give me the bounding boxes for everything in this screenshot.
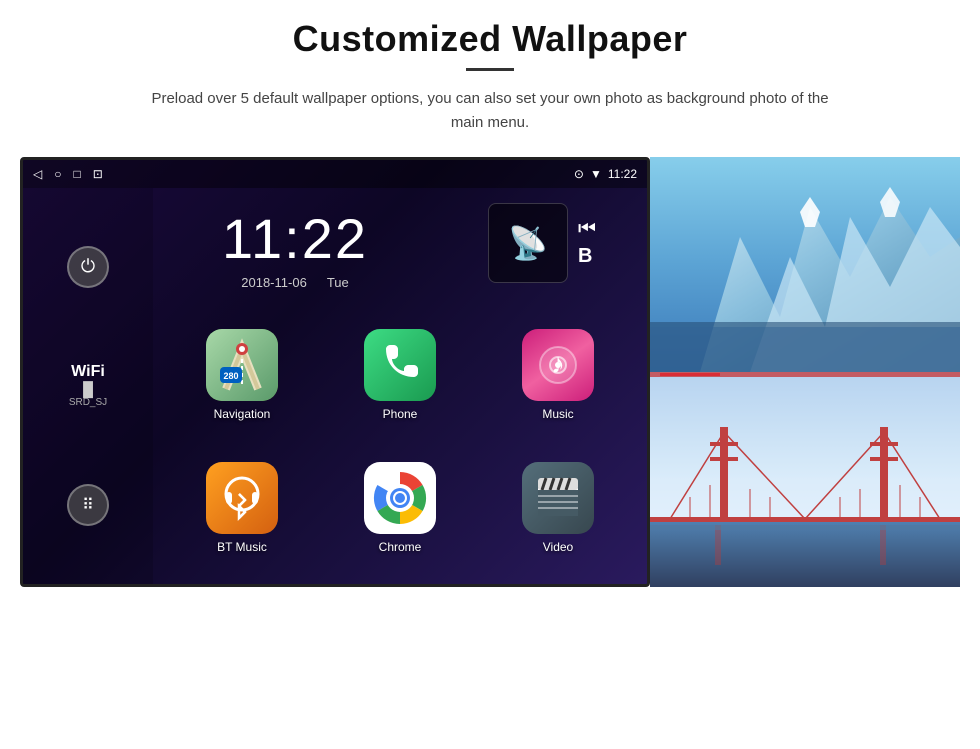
back-icon[interactable]: ◁ <box>33 167 42 181</box>
music-icon: ♪ <box>522 329 594 401</box>
status-bar-right: ⊙ ▼ 11:22 <box>574 167 637 181</box>
phone-label: Phone <box>383 407 418 421</box>
status-time: 11:22 <box>608 167 637 181</box>
wifi-signal-icon: ▼ <box>590 167 602 181</box>
wallpaper-bridge <box>650 377 960 587</box>
artist-initial: B <box>578 245 596 268</box>
apps-grid-button[interactable]: ⠿ <box>67 484 109 526</box>
power-icon: ⏻ <box>81 256 95 277</box>
recent-icon[interactable]: □ <box>73 167 80 181</box>
page-subtitle: Preload over 5 default wallpaper options… <box>140 87 840 135</box>
bt-music-label: BT Music <box>217 540 267 554</box>
media-controls: ⏮ B <box>578 218 596 268</box>
home-icon[interactable]: ○ <box>54 167 61 181</box>
wallpaper-glacier <box>650 157 960 372</box>
media-widget-icon: 📡 <box>508 224 548 262</box>
device-left-sidebar: ⏻ WiFi ▐▌ SRD_SJ ⠿ <box>23 188 153 584</box>
power-button[interactable]: ⏻ <box>67 246 109 288</box>
app-item-video[interactable]: Video <box>479 441 637 574</box>
page-title: Customized Wallpaper <box>293 18 688 60</box>
app-item-navigation[interactable]: 280 Navigation <box>163 308 321 441</box>
svg-text:♪: ♪ <box>551 348 565 379</box>
bt-music-icon <box>206 462 278 534</box>
video-label: Video <box>543 540 573 554</box>
app-item-phone[interactable]: Phone <box>321 308 479 441</box>
app-grid: 280 Navigation Phone <box>153 298 647 584</box>
phone-icon <box>364 329 436 401</box>
navigation-label: Navigation <box>214 407 271 421</box>
prev-track-icon[interactable]: ⏮ <box>578 218 596 241</box>
apps-grid-icon: ⠿ <box>82 495 94 515</box>
app-item-chrome[interactable]: Chrome <box>321 441 479 574</box>
day-value: Tue <box>327 275 349 290</box>
device-screen: ◁ ○ □ ⊡ ⊙ ▼ 11:22 ⏻ WiFi ▐▌ <box>20 157 650 587</box>
status-bar-left: ◁ ○ □ ⊡ <box>33 167 103 181</box>
location-icon: ⊙ <box>574 167 584 181</box>
navigation-icon: 280 <box>206 329 278 401</box>
device-main-content: 11:22 2018-11-06 Tue 📡 ⏮ B <box>153 188 647 584</box>
content-area: ◁ ○ □ ⊡ ⊙ ▼ 11:22 ⏻ WiFi ▐▌ <box>20 157 960 587</box>
svg-text:280: 280 <box>223 371 238 381</box>
chrome-label: Chrome <box>379 540 422 554</box>
media-widgets: 📡 ⏮ B <box>437 188 647 298</box>
app-item-music[interactable]: ♪ Music <box>479 308 637 441</box>
wifi-ssid: SRD_SJ <box>69 397 107 408</box>
video-icon <box>522 462 594 534</box>
date-value: 2018-11-06 <box>241 275 307 290</box>
clock-date: 2018-11-06 Tue <box>241 275 348 290</box>
wifi-label: WiFi <box>69 363 107 381</box>
media-widget-box[interactable]: 📡 <box>488 203 568 283</box>
status-bar: ◁ ○ □ ⊡ ⊙ ▼ 11:22 <box>23 160 647 188</box>
divider-bar <box>660 373 720 376</box>
side-images-panel <box>650 157 960 587</box>
screenshot-icon[interactable]: ⊡ <box>93 167 103 181</box>
clock-area: 11:22 2018-11-06 Tue <box>153 188 437 298</box>
wifi-bars: ▐▌ <box>69 381 107 397</box>
clock-time: 11:22 <box>222 206 368 271</box>
music-label: Music <box>542 407 573 421</box>
chrome-icon <box>364 462 436 534</box>
wifi-info: WiFi ▐▌ SRD_SJ <box>69 363 107 408</box>
title-divider <box>466 68 514 71</box>
app-item-bt-music[interactable]: BT Music <box>163 441 321 574</box>
